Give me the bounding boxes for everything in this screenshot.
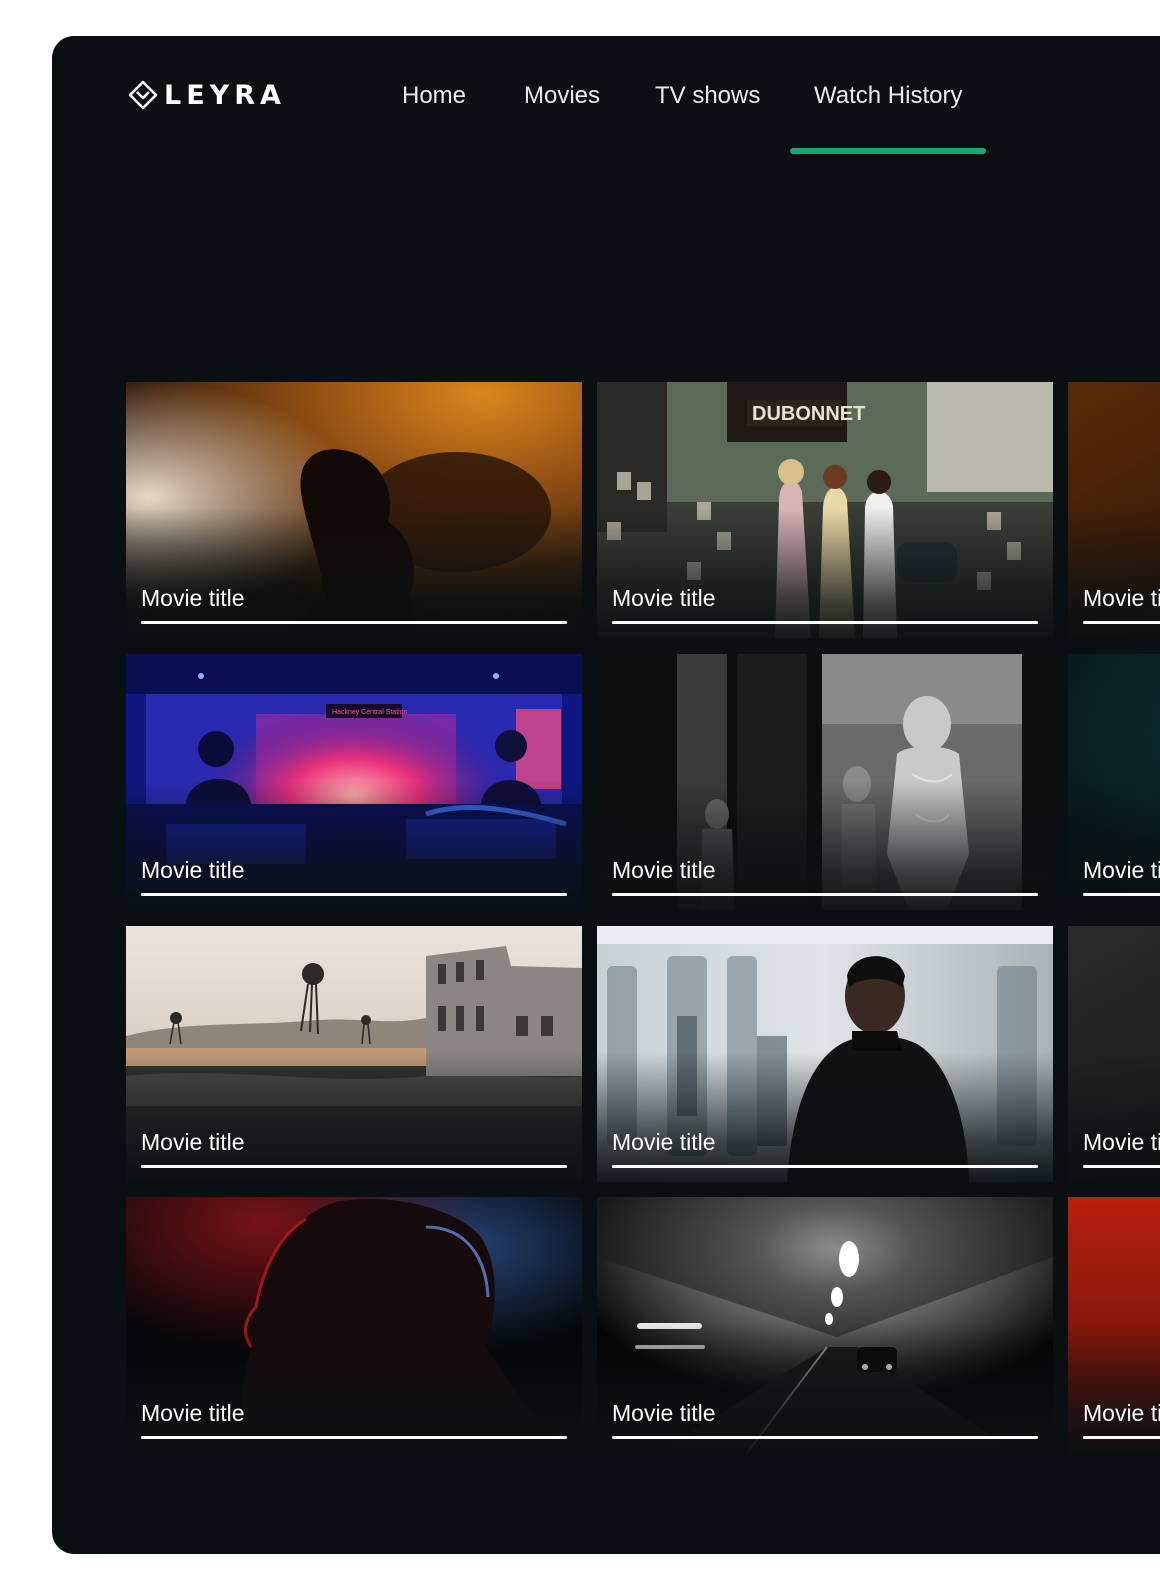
thumbnail-gradient [126, 508, 582, 638]
nav-tv-shows[interactable]: TV shows [655, 80, 760, 154]
history-card[interactable]: Movie title [597, 1197, 1053, 1453]
nav-movies-indicator [500, 148, 624, 154]
watch-progress-bar [612, 1165, 1038, 1168]
movie-title: Movie title [141, 585, 245, 611]
history-card[interactable]: Movie title [1068, 926, 1160, 1182]
watch-progress-bar [612, 621, 1038, 624]
history-card[interactable]: Movie title [126, 382, 582, 638]
thumbnail-gradient [597, 780, 1053, 910]
movie-title: Movie title [612, 585, 716, 611]
nav-home-label: Home [402, 82, 467, 109]
thumbnail-gradient [1068, 508, 1160, 638]
history-card[interactable]: Movie title [1068, 382, 1160, 638]
nav-watch-history-label: Watch History [814, 82, 963, 109]
watch-progress-bar [612, 1436, 1038, 1439]
nav-watch-history-indicator [790, 148, 987, 154]
watch-progress-fill [612, 1436, 1038, 1439]
watch-progress-fill [1083, 1165, 1160, 1168]
history-card[interactable]: Movie title [126, 1197, 582, 1453]
movie-title: Movie title [1083, 1400, 1160, 1426]
movie-title: Movie title [141, 857, 245, 883]
movie-title: Movie title [612, 857, 716, 883]
movie-title: Movie title [141, 1400, 245, 1426]
nav-watch-history[interactable]: Watch History [790, 80, 987, 154]
thumbnail-gradient [126, 1052, 582, 1182]
thumbnail-gradient [1068, 1323, 1160, 1453]
thumbnail-gradient [597, 508, 1053, 638]
watch-progress-fill [141, 1165, 567, 1168]
watch-progress-fill [141, 893, 567, 896]
svg-text:DUBONNET: DUBONNET [752, 403, 865, 425]
svg-text:Hackney Central Station: Hackney Central Station [332, 709, 408, 716]
watch-progress-bar [1083, 1436, 1160, 1439]
watch-progress-fill [612, 893, 1038, 896]
watch-progress-bar [612, 893, 1038, 896]
watch-progress-bar [1083, 893, 1160, 896]
watch-progress-fill [141, 621, 567, 624]
movie-title: Movie title [1083, 585, 1160, 611]
thumbnail-gradient [1068, 780, 1160, 910]
watch-progress-bar [141, 621, 567, 624]
watch-progress-bar [141, 893, 567, 896]
movie-title: Movie title [1083, 1129, 1160, 1155]
watch-progress-fill [612, 621, 1038, 624]
nav-tv-shows-indicator [631, 148, 784, 154]
movie-title: Movie title [612, 1129, 716, 1155]
nav-home[interactable]: Home [402, 80, 466, 154]
history-card[interactable]: Hackney Central Station Movie title [126, 654, 582, 910]
nav-home-indicator [378, 148, 490, 154]
movie-title: Movie title [612, 1400, 716, 1426]
thumbnail-gradient [597, 1323, 1053, 1453]
watch-progress-bar [141, 1165, 567, 1168]
watch-progress-bar [1083, 621, 1160, 624]
watch-progress-fill [141, 1436, 567, 1439]
history-card[interactable]: DUBONNET Movie title [597, 382, 1053, 638]
history-card[interactable]: Movie title [1068, 654, 1160, 910]
nav-movies[interactable]: Movies [524, 80, 600, 154]
history-card[interactable]: Movie title [1068, 1197, 1160, 1453]
movie-title: Movie title [1083, 857, 1160, 883]
history-card[interactable]: Movie title [126, 926, 582, 1182]
watch-progress-bar [1083, 1165, 1160, 1168]
nav-movies-label: Movies [524, 82, 601, 109]
thumbnail-gradient [597, 1052, 1053, 1182]
app-window: LEYRA Home Movies TV shows Watch History [52, 36, 1160, 1554]
history-card[interactable]: Movie title [597, 926, 1053, 1182]
nav-tv-shows-label: TV shows [655, 82, 761, 109]
watch-progress-fill [1083, 621, 1160, 624]
watch-progress-fill [1083, 893, 1160, 896]
main-nav: Home Movies TV shows Watch History [52, 80, 1160, 190]
movie-title: Movie title [141, 1129, 245, 1155]
watch-progress-fill [612, 1165, 1038, 1168]
history-card[interactable]: Movie title [597, 654, 1053, 910]
thumbnail-gradient [126, 1323, 582, 1453]
watch-progress-fill [1083, 1436, 1160, 1439]
thumbnail-gradient [1068, 1052, 1160, 1182]
watch-progress-bar [141, 1436, 567, 1439]
thumbnail-gradient [126, 780, 582, 910]
